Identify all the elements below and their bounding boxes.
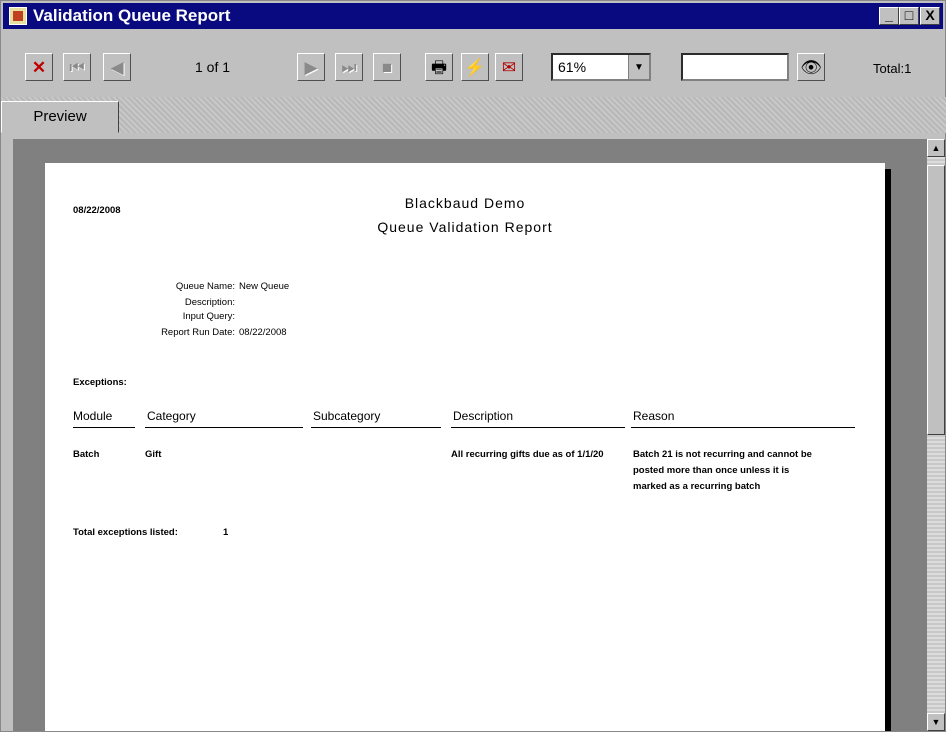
- cell-reason-line-2: posted more than once unless it is: [633, 465, 790, 476]
- first-page-icon: ⏮: [69, 57, 85, 77]
- total-exceptions-label: Total exceptions listed:: [73, 527, 178, 538]
- exceptions-label: Exceptions:: [73, 377, 127, 388]
- window-title: Validation Queue Report: [33, 6, 231, 25]
- binoculars-icon: 👁: [800, 57, 822, 77]
- vertical-scrollbar[interactable]: ▲ ▼: [927, 139, 945, 731]
- stop-button[interactable]: ■: [373, 53, 401, 81]
- col-header-subcategory: Subcategory: [313, 409, 381, 423]
- report-subtitle: Queue Validation Report: [377, 219, 553, 235]
- refresh-icon: ⚡: [464, 57, 486, 77]
- cell-description: All recurring gifts due as of 1/1/20: [451, 449, 604, 460]
- meta-label-queue-name: Queue Name:: [175, 281, 235, 292]
- cell-reason-line-1: Batch 21 is not recurring and cannot be: [633, 449, 812, 460]
- app-icon: [9, 7, 27, 25]
- col-underline: [145, 427, 303, 428]
- meta-value-run-date: 08/22/2008: [239, 327, 287, 338]
- total-exceptions-value: 1: [223, 527, 229, 538]
- col-header-module: Module: [73, 409, 113, 423]
- close-window-button[interactable]: X: [920, 7, 940, 25]
- arrow-up-icon: ▲: [931, 143, 941, 153]
- page-indicator: 1 of 1: [195, 59, 231, 75]
- dropdown-arrow-icon[interactable]: ▼: [628, 55, 649, 79]
- stop-icon: ■: [381, 57, 393, 77]
- col-underline: [73, 427, 135, 428]
- meta-label-run-date: Report Run Date:: [161, 327, 235, 338]
- minimize-button[interactable]: _: [879, 7, 899, 25]
- meta-label-input-query: Input Query:: [182, 311, 235, 322]
- next-page-icon: ▶: [304, 57, 318, 77]
- zoom-select[interactable]: 61% ▼: [551, 53, 651, 81]
- scroll-thumb[interactable]: [927, 165, 945, 435]
- print-button[interactable]: 🖶: [425, 53, 453, 81]
- col-header-category: Category: [147, 409, 196, 423]
- arrow-down-icon: ▼: [931, 717, 941, 727]
- meta-label-description: Description:: [184, 297, 235, 308]
- scroll-down-button[interactable]: ▼: [927, 713, 945, 731]
- find-button[interactable]: 👁: [797, 53, 825, 81]
- cell-reason-line-3: marked as a recurring batch: [633, 481, 761, 492]
- col-header-reason: Reason: [633, 409, 675, 423]
- last-page-icon: ⏭: [341, 57, 357, 77]
- title-bar: Validation Queue Report _ □ X: [3, 3, 943, 29]
- zoom-value: 61%: [558, 59, 587, 75]
- close-report-button[interactable]: ✕: [25, 53, 53, 81]
- col-underline: [311, 427, 441, 428]
- col-header-description: Description: [453, 409, 514, 423]
- tab-preview[interactable]: Preview: [1, 101, 119, 133]
- search-input[interactable]: [681, 53, 789, 81]
- scroll-up-button[interactable]: ▲: [927, 139, 945, 157]
- report-viewport: 08/22/2008 Blackbaud Demo Queue Validati…: [13, 139, 927, 731]
- close-icon: ✕: [31, 57, 47, 77]
- meta-value-queue-name: New Queue: [239, 281, 290, 292]
- total-count: Total:1: [873, 61, 912, 76]
- report-date: 08/22/2008: [73, 205, 121, 216]
- cell-category: Gift: [145, 449, 162, 460]
- refresh-button[interactable]: ⚡: [461, 53, 489, 81]
- export-icon: ✉: [501, 57, 517, 77]
- prev-page-icon: ◀: [110, 57, 124, 77]
- report-title: Blackbaud Demo: [404, 195, 526, 211]
- export-button[interactable]: ✉: [495, 53, 523, 81]
- col-underline: [631, 427, 855, 428]
- report-page: 08/22/2008 Blackbaud Demo Queue Validati…: [45, 163, 885, 731]
- prev-page-button[interactable]: ◀: [103, 53, 131, 81]
- maximize-button[interactable]: □: [899, 7, 919, 25]
- col-underline: [451, 427, 625, 428]
- last-page-button[interactable]: ⏭: [335, 53, 363, 81]
- next-page-button[interactable]: ▶: [297, 53, 325, 81]
- cell-module: Batch: [73, 449, 100, 460]
- tab-strip: [1, 97, 946, 133]
- print-icon: 🖶: [430, 57, 448, 77]
- first-page-button[interactable]: ⏮: [63, 53, 91, 81]
- report-window: Validation Queue Report _ □ X ✕ ⏮ ◀ 1 of…: [0, 0, 946, 732]
